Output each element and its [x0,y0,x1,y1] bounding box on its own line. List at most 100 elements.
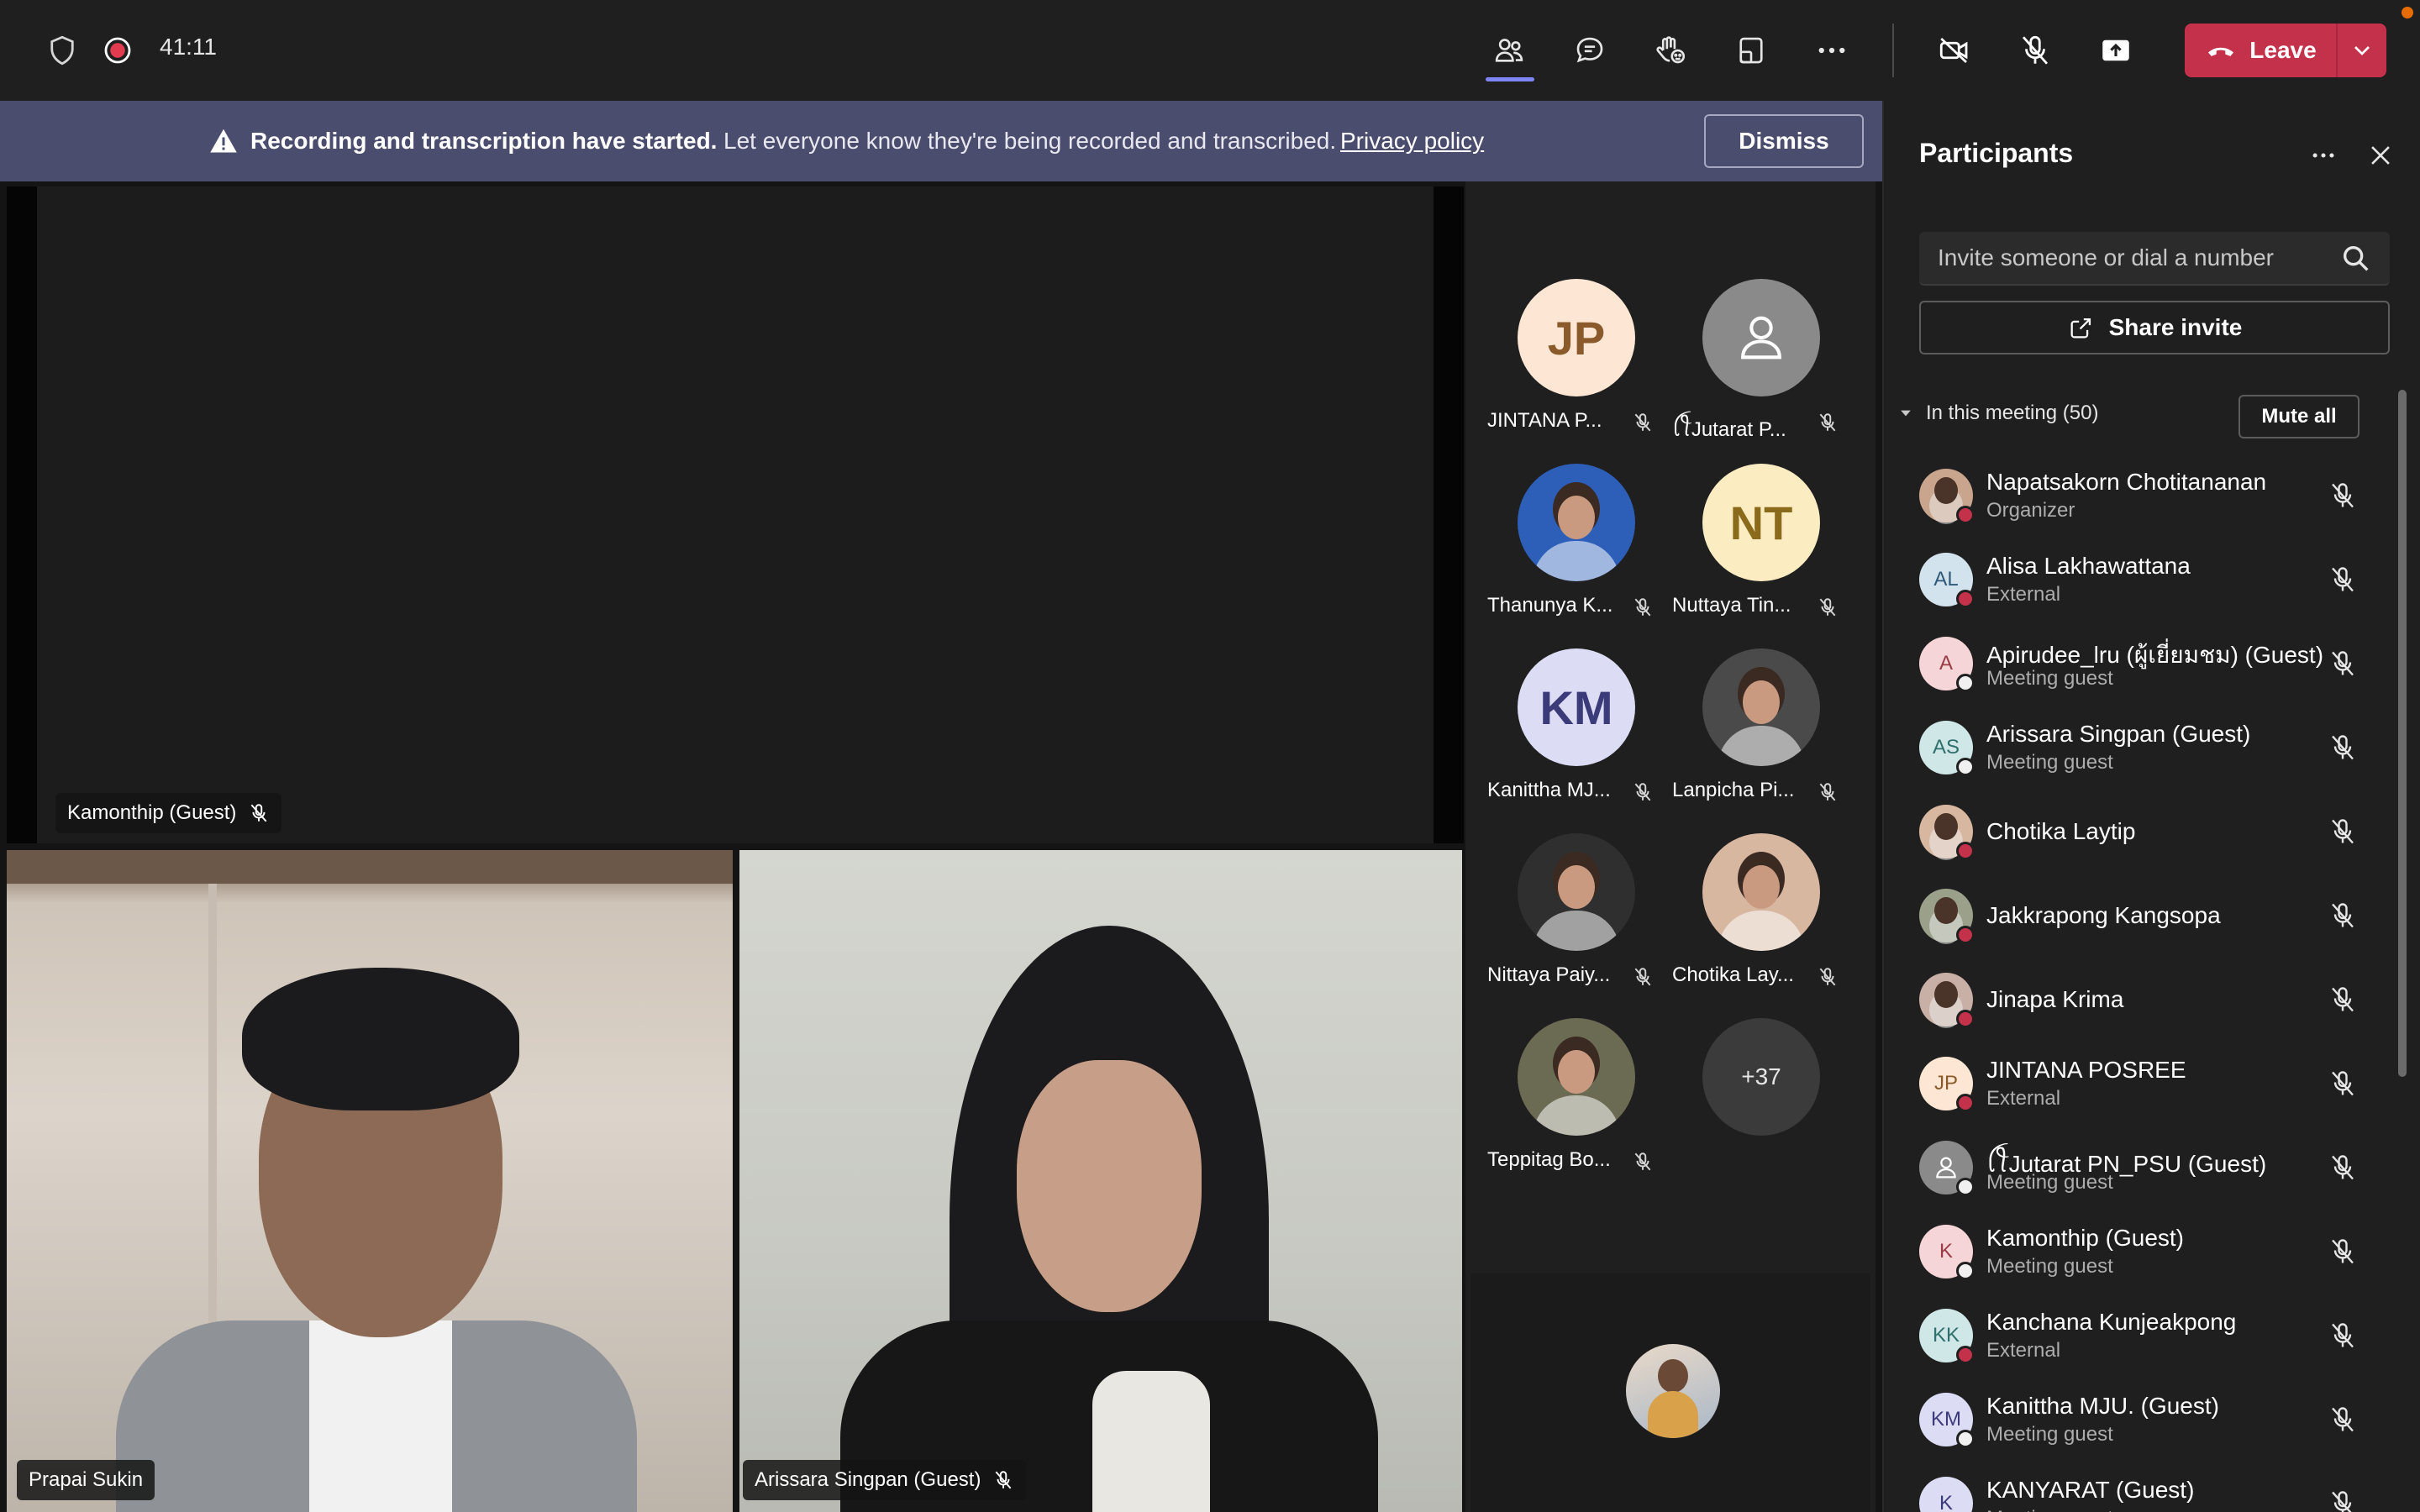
participant-name: Kanittha MJU. (Guest) [1986,1393,2219,1419]
participant-row[interactable]: K KANYARAT (Guest) Meeting guest [1884,1462,2405,1512]
gallery-avatar[interactable]: JP [1518,279,1635,396]
mic-off-icon[interactable] [2328,1152,2358,1183]
participant-initials: JP [1933,1072,1958,1095]
participant-initials: K [1939,1240,1953,1263]
panel-scrollbar[interactable] [2398,390,2407,1077]
gallery-avatar[interactable] [1518,1018,1635,1136]
mic-off-icon[interactable] [2328,816,2358,847]
participant-row[interactable]: KK Kanchana Kunjeakpong External [1884,1294,2405,1378]
banner-message: Let everyone know they're being recorded… [723,128,1337,154]
share-screen-icon[interactable] [2091,25,2141,76]
mic-off-icon[interactable] [2328,1236,2358,1267]
participant-avatar: AS [1919,721,1975,776]
react-icon[interactable] [1645,25,1696,76]
participant-row[interactable]: JP JINTANA POSREE External [1884,1042,2405,1126]
video-tile-kamonthip[interactable]: Kamonthip (Guest) [7,186,1464,843]
avatar-photo [1934,897,1958,924]
mic-off-icon[interactable] [2328,648,2358,679]
participant-row[interactable]: Jakkrapong Kangsopa [1884,874,2405,958]
participant-row[interactable]: A Apirudee_lru (ผู้เยี่ยมชม) (Guest) Meeti… [1884,622,2405,706]
people-icon[interactable] [1484,25,1534,76]
chat-icon[interactable] [1565,25,1615,76]
mic-off-icon[interactable] [2010,25,2060,76]
gallery-avatar-initials: KM [1539,680,1613,734]
gallery-name: JINTANA P... [1487,409,1602,432]
participant-row[interactable]: Jinapa Krima [1884,958,2405,1042]
presence-status-dot [1956,1346,1975,1364]
search-icon[interactable] [2339,242,2373,276]
mic-off-icon[interactable] [2328,732,2358,763]
gallery-avatar[interactable]: +37 [1702,1018,1820,1136]
gallery-avatar[interactable]: KM [1518,648,1635,766]
panel-more-button[interactable] [2302,134,2344,176]
participant-row[interactable]: ꪶꪻJutarat PN_PSU (Guest) Meeting guest [1884,1126,2405,1210]
share-tray-icon[interactable] [1726,25,1776,76]
participant-initials: AS [1932,736,1960,759]
presence-status-dot [1956,842,1975,860]
participant-role: Meeting guest [1986,751,2113,774]
mic-off-icon [1817,966,1839,988]
participant-initials: KM [1931,1408,1961,1431]
gallery-name: Kanittha MJ... [1487,779,1611,801]
avatar-photo [1934,981,1958,1008]
chevron-down-icon [2354,46,2370,55]
camera-off-icon[interactable] [1929,25,1980,76]
presence-status-dot [1956,1178,1975,1196]
gallery-avatar[interactable]: NT [1702,464,1820,581]
participant-role: Meeting guest [1986,1255,2113,1278]
gallery-name: Thanunya K... [1487,594,1613,617]
participant-row[interactable]: AL Alisa Lakhawattana External [1884,538,2405,622]
leave-button[interactable]: Leave [2185,24,2386,77]
leave-main-button[interactable]: Leave [2185,24,2336,77]
share-invite-button[interactable]: Share invite [1919,301,2390,354]
participant-row[interactable]: Chotika Laytip [1884,790,2405,874]
participant-row[interactable]: AS Arissara Singpan (Guest) Meeting guest [1884,706,2405,790]
person-shirt [309,1320,452,1512]
presence-status-dot [1956,590,1975,608]
gallery-avatar[interactable] [1702,648,1820,766]
mic-off-icon[interactable] [2328,1320,2358,1351]
mic-off-icon[interactable] [2328,1068,2358,1099]
mic-off-icon [1632,1151,1654,1173]
gallery-avatar[interactable] [1518,833,1635,951]
participant-name: KANYARAT (Guest) [1986,1477,2195,1503]
gallery-avatar[interactable] [1702,833,1820,951]
mic-off-icon [1817,412,1839,433]
participant-initials: A [1939,652,1953,675]
participant-role: Meeting guest [1986,1171,2113,1194]
video-tile-arissara[interactable]: Arissara Singpan (Guest) [739,850,1462,1512]
close-panel-button[interactable] [2360,134,2402,176]
gallery-name: Nittaya Paiy... [1487,963,1611,986]
dismiss-button[interactable]: Dismiss [1704,114,1864,168]
in-meeting-section-toggle[interactable]: In this meeting (50) [1897,402,2098,425]
shield-icon[interactable] [37,25,87,76]
gallery-avatar[interactable] [1518,464,1635,581]
privacy-policy-link[interactable]: Privacy policy [1340,128,1484,155]
mic-off-icon[interactable] [2328,564,2358,595]
mic-off-icon[interactable] [2328,1404,2358,1435]
participant-row[interactable]: KM Kanittha MJU. (Guest) Meeting guest [1884,1378,2405,1462]
meeting-timer: 41:11 [160,34,217,60]
self-view-tile[interactable] [1470,1273,1870,1512]
participant-role: External [1986,583,2061,606]
participant-row[interactable]: Napatsakorn Chotitananan Organizer [1884,454,2405,538]
participant-name: Jinapa Krima [1986,986,2124,1012]
gallery-avatar[interactable] [1702,279,1820,396]
participant-row[interactable]: K Kamonthip (Guest) Meeting guest [1884,1210,2405,1294]
invite-input[interactable] [1938,232,2333,284]
mic-off-icon [251,804,267,822]
phone-icon [2208,47,2234,56]
mic-off-icon[interactable] [2328,480,2358,511]
avatar-photo [1934,813,1958,840]
name-tag-label: Kamonthip (Guest) [67,801,237,824]
mic-off-icon[interactable] [2328,1488,2358,1512]
mute-all-button[interactable]: Mute all [2238,395,2360,438]
participant-name: Kanchana Kunjeakpong [1986,1309,2237,1335]
gallery-name: Lanpicha Pi... [1672,779,1795,801]
participant-role: Meeting guest [1986,667,2113,690]
mic-off-icon[interactable] [2328,900,2358,931]
mic-off-icon[interactable] [2328,984,2358,1015]
video-tile-prapai[interactable]: Prapai Sukin [7,850,733,1512]
more-icon[interactable] [1807,25,1857,76]
leave-options-button[interactable] [2338,24,2386,77]
